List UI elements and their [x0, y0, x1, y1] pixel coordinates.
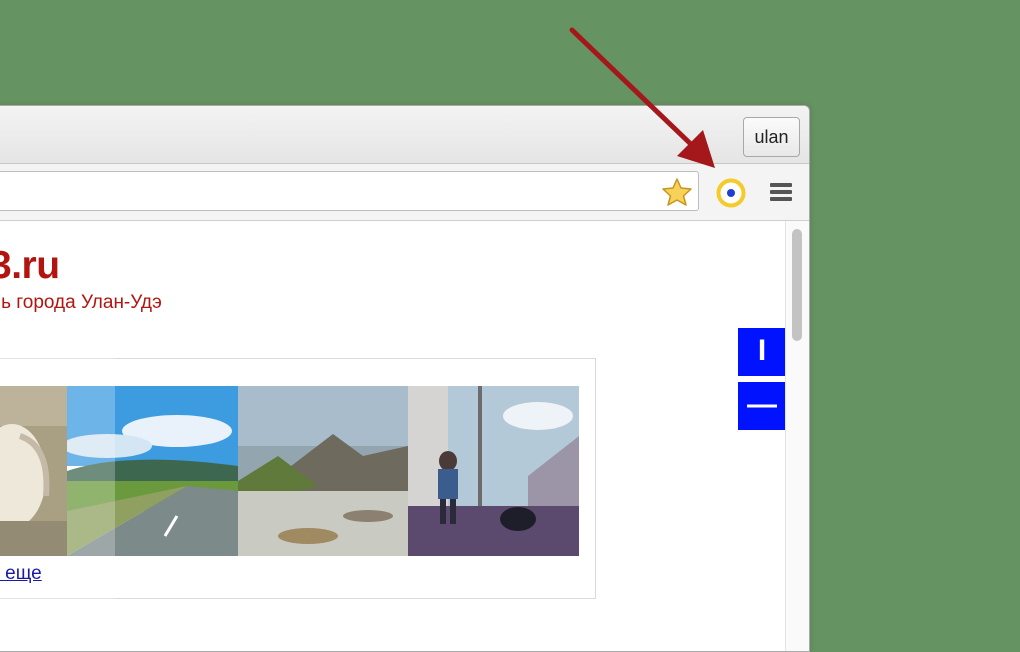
- show-more-link[interactable]: ь еще: [0, 563, 42, 585]
- site-title[interactable]: 3.ru: [0, 244, 60, 288]
- zoom-in-button[interactable]: I: [738, 328, 786, 376]
- zoom-out-button[interactable]: —: [738, 382, 786, 430]
- site-subtitle: ль города Улан-Удэ: [0, 292, 162, 313]
- scrollbar-thumb[interactable]: [792, 229, 802, 341]
- address-bar[interactable]: [0, 171, 699, 211]
- profile-button[interactable]: ulan: [743, 117, 800, 157]
- browser-titlebar: ulan: [0, 106, 809, 164]
- hamburger-menu-icon[interactable]: [770, 181, 792, 203]
- browser-window: ulan 3.ru ль города Улан-Удэ: [0, 105, 810, 652]
- child-train-station-photo[interactable]: [408, 386, 579, 556]
- extension-circle-icon[interactable]: [716, 178, 746, 208]
- browser-toolbar: [0, 164, 809, 221]
- star-icon[interactable]: [662, 178, 692, 206]
- gallery-fade-overlay: [0, 348, 115, 628]
- page-content: 3.ru ль города Улан-Удэ: [0, 221, 786, 651]
- mountain-river-photo[interactable]: [238, 386, 408, 556]
- page-scrollbar[interactable]: [785, 221, 809, 651]
